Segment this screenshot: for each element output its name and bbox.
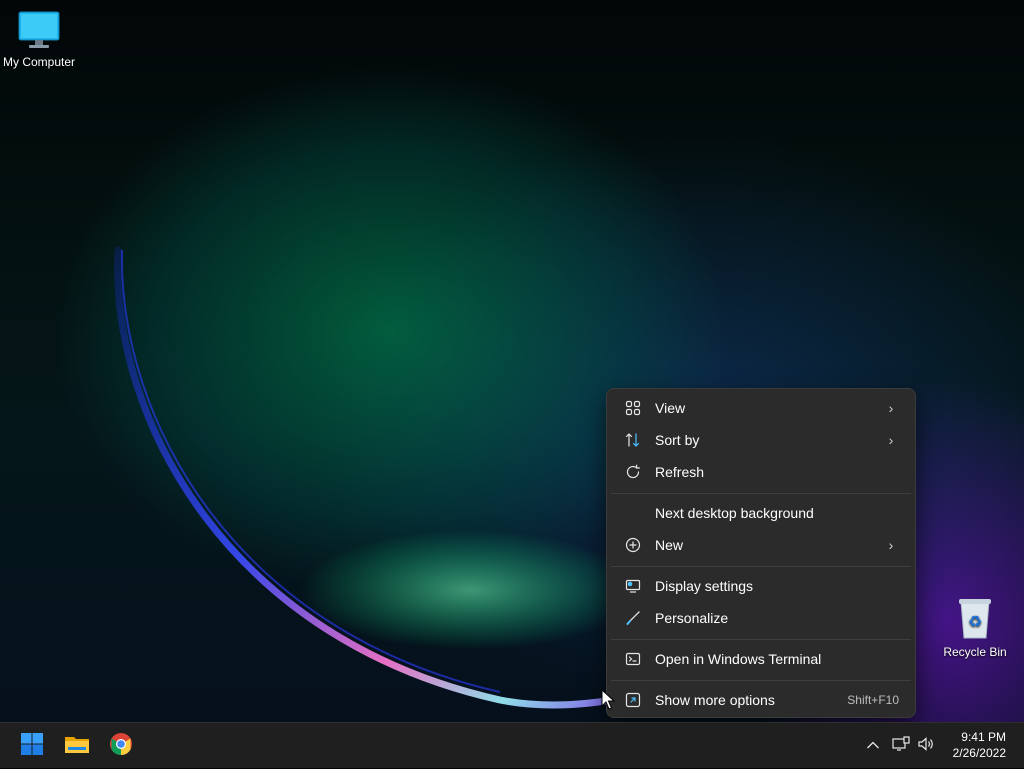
folder-icon (64, 733, 90, 760)
svg-text:♻: ♻ (968, 612, 982, 631)
menu-item-label: Next desktop background (655, 505, 814, 521)
terminal-icon (621, 649, 645, 669)
refresh-icon (621, 462, 645, 482)
clock-date: 2/26/2022 (952, 746, 1006, 760)
menu-separator (611, 639, 911, 640)
brush-icon (621, 608, 645, 628)
chevron-right-icon: › (888, 432, 894, 448)
menu-item-open-in-windows-terminal[interactable]: Open in Windows Terminal (611, 644, 911, 674)
menu-separator (611, 493, 911, 494)
display-settings-icon (621, 576, 645, 596)
menu-separator (611, 566, 911, 567)
monitor-icon (17, 11, 61, 53)
keyboard-shortcut: Shift+F10 (847, 693, 899, 707)
menu-item-label: Show more options (655, 692, 775, 708)
file-explorer-button[interactable] (61, 730, 93, 762)
mouse-pointer-icon (601, 688, 616, 716)
volume-button[interactable] (915, 723, 937, 769)
chevron-right-icon: › (888, 400, 894, 416)
desktop-icon-label: My Computer (2, 55, 76, 69)
menu-item-refresh[interactable]: Refresh (611, 457, 911, 487)
network-icon (892, 735, 910, 757)
network-button[interactable] (890, 723, 912, 769)
grid-icon (621, 398, 645, 418)
blank-icon-slot (621, 503, 645, 523)
more-options-icon (621, 690, 645, 710)
chevron-up-icon (866, 737, 880, 755)
menu-item-display-settings[interactable]: Display settings (611, 571, 911, 601)
start-button[interactable] (16, 730, 48, 762)
plus-circle-icon (621, 535, 645, 555)
menu-item-personalize[interactable]: Personalize (611, 603, 911, 633)
windows-logo-icon (20, 732, 44, 761)
menu-item-label: Personalize (655, 610, 729, 626)
volume-icon (917, 736, 935, 757)
menu-item-label: New (655, 537, 684, 553)
sort-icon (621, 430, 645, 450)
menu-item-view[interactable]: View › (611, 393, 911, 423)
desktop-context-menu: View › Sort by › Refresh Next desktop ba… (606, 388, 916, 718)
recycle-bin-icon: ♻ (955, 599, 995, 643)
taskbar-clock[interactable]: 9:41 PM 2/26/2022 (953, 729, 1006, 761)
menu-item-label: Display settings (655, 578, 754, 594)
desktop-icon-my-computer[interactable]: My Computer (0, 10, 81, 69)
chrome-icon (109, 732, 133, 761)
desktop-icon-label: Recycle Bin (943, 645, 1007, 659)
menu-item-label: View (655, 400, 686, 416)
chevron-right-icon: › (888, 537, 894, 553)
menu-item-label: Sort by (655, 432, 700, 448)
menu-item-label: Open in Windows Terminal (655, 651, 822, 667)
chrome-button[interactable] (105, 730, 137, 762)
menu-item-sort-by[interactable]: Sort by › (611, 425, 911, 455)
menu-item-label: Refresh (655, 464, 705, 480)
taskbar: 9:41 PM 2/26/2022 (0, 722, 1024, 768)
desktop-icon-recycle-bin[interactable]: ♻ Recycle Bin (933, 596, 1017, 659)
menu-separator (611, 680, 911, 681)
menu-item-next-desktop-background[interactable]: Next desktop background (611, 498, 911, 528)
clock-time: 9:41 PM (961, 730, 1006, 744)
menu-item-new[interactable]: New › (611, 530, 911, 560)
menu-item-show-more-options[interactable]: Show more options Shift+F10 (611, 685, 911, 715)
show-hidden-icons-button[interactable] (862, 723, 884, 769)
